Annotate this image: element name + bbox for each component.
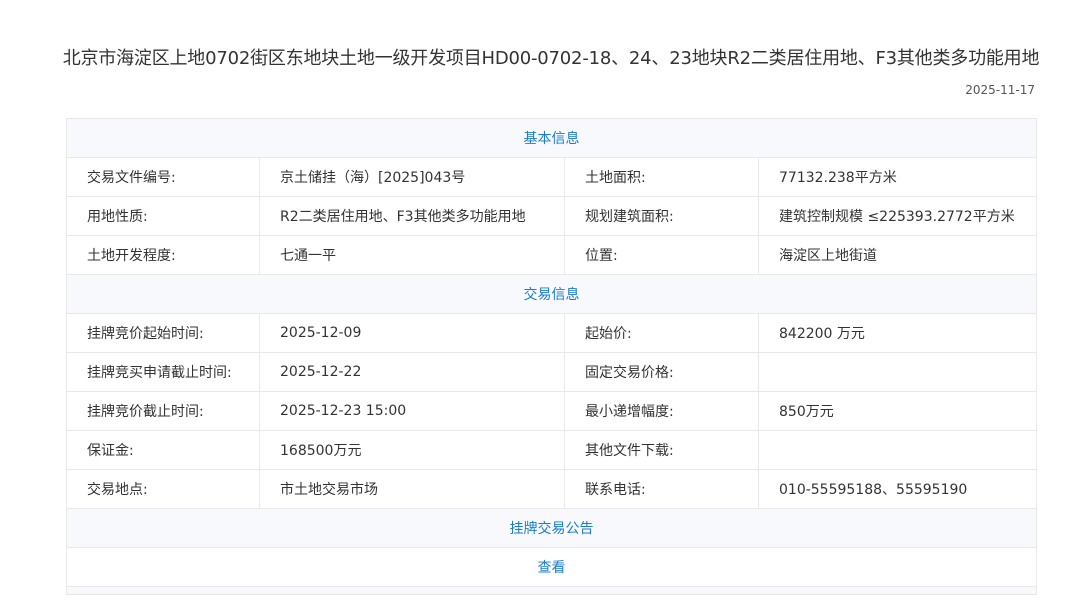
- field-value: 2025-12-09: [259, 313, 565, 353]
- field-label: 挂牌竞价截止时间:: [66, 391, 260, 431]
- field-value: 850万元: [758, 391, 1037, 431]
- field-value: 2025-12-23 15:00: [259, 391, 565, 431]
- field-label: 位置:: [564, 235, 759, 275]
- table-row: 土地开发程度: 七通一平 位置: 海淀区上地街道: [66, 235, 1037, 275]
- field-label: 联系电话:: [564, 469, 759, 509]
- page-title: 北京市海淀区上地0702街区东地块土地一级开发项目HD00-0702-18、24…: [62, 48, 1040, 69]
- field-label: 土地面积:: [564, 157, 759, 197]
- field-label: 用地性质:: [66, 196, 260, 236]
- field-label: 保证金:: [66, 430, 260, 470]
- section-notice: 挂牌交易公告: [66, 508, 1037, 548]
- table-row: 保证金: 168500万元 其他文件下载:: [66, 430, 1037, 470]
- field-value: 建筑控制规模 ≤225393.2772平方米: [758, 196, 1037, 236]
- table-row: 交易文件编号: 京土储挂（海）[2025]043号 土地面积: 77132.238平方…: [66, 157, 1037, 197]
- field-value: 77132.238平方米: [758, 157, 1037, 197]
- field-label: 土地开发程度:: [66, 235, 260, 275]
- land-info-table: 基本信息 交易文件编号: 京土储挂（海）[2025]043号 土地面积: 77132.…: [66, 118, 1037, 595]
- field-label: 起始价:: [564, 313, 759, 353]
- field-value: 市土地交易市场: [259, 469, 565, 509]
- publish-date: 2025-11-17: [965, 83, 1035, 97]
- field-label: 交易文件编号:: [66, 157, 260, 197]
- field-value: 2025-12-22: [259, 352, 565, 392]
- field-value: 京土储挂（海）[2025]043号: [259, 157, 565, 197]
- field-label: 规划建筑面积:: [564, 196, 759, 236]
- field-value: 168500万元: [259, 430, 565, 470]
- field-label: 其他文件下载:: [564, 430, 759, 470]
- table-footer-row: [66, 586, 1037, 595]
- field-value: 海淀区上地街道: [758, 235, 1037, 275]
- field-value: 842200 万元: [758, 313, 1037, 353]
- field-value: 七通一平: [259, 235, 565, 275]
- field-label: 固定交易价格:: [564, 352, 759, 392]
- table-row: 交易地点: 市土地交易市场 联系电话: 010-55595188、55595190: [66, 469, 1037, 509]
- field-value: R2二类居住用地、F3其他类多功能用地: [259, 196, 565, 236]
- table-row: 用地性质: R2二类居住用地、F3其他类多功能用地 规划建筑面积: 建筑控制规模 ≤2…: [66, 196, 1037, 236]
- table-row: 挂牌竞买申请截止时间: 2025-12-22 固定交易价格:: [66, 352, 1037, 392]
- table-row: 挂牌竞价截止时间: 2025-12-23 15:00 最小递增幅度: 850万元: [66, 391, 1037, 431]
- field-label: 挂牌竞买申请截止时间:: [66, 352, 260, 392]
- field-value: [758, 430, 1037, 470]
- field-value: [758, 352, 1037, 392]
- field-label: 最小递增幅度:: [564, 391, 759, 431]
- field-label: 挂牌竞价起始时间:: [66, 313, 260, 353]
- table-row: 挂牌竞价起始时间: 2025-12-09 起始价: 842200 万元: [66, 313, 1037, 353]
- section-trade-info: 交易信息: [66, 274, 1037, 314]
- field-label: 交易地点:: [66, 469, 260, 509]
- view-notice-link[interactable]: 查看: [66, 547, 1037, 587]
- section-basic-info: 基本信息: [66, 118, 1037, 158]
- field-value: 010-55595188、55595190: [758, 469, 1037, 509]
